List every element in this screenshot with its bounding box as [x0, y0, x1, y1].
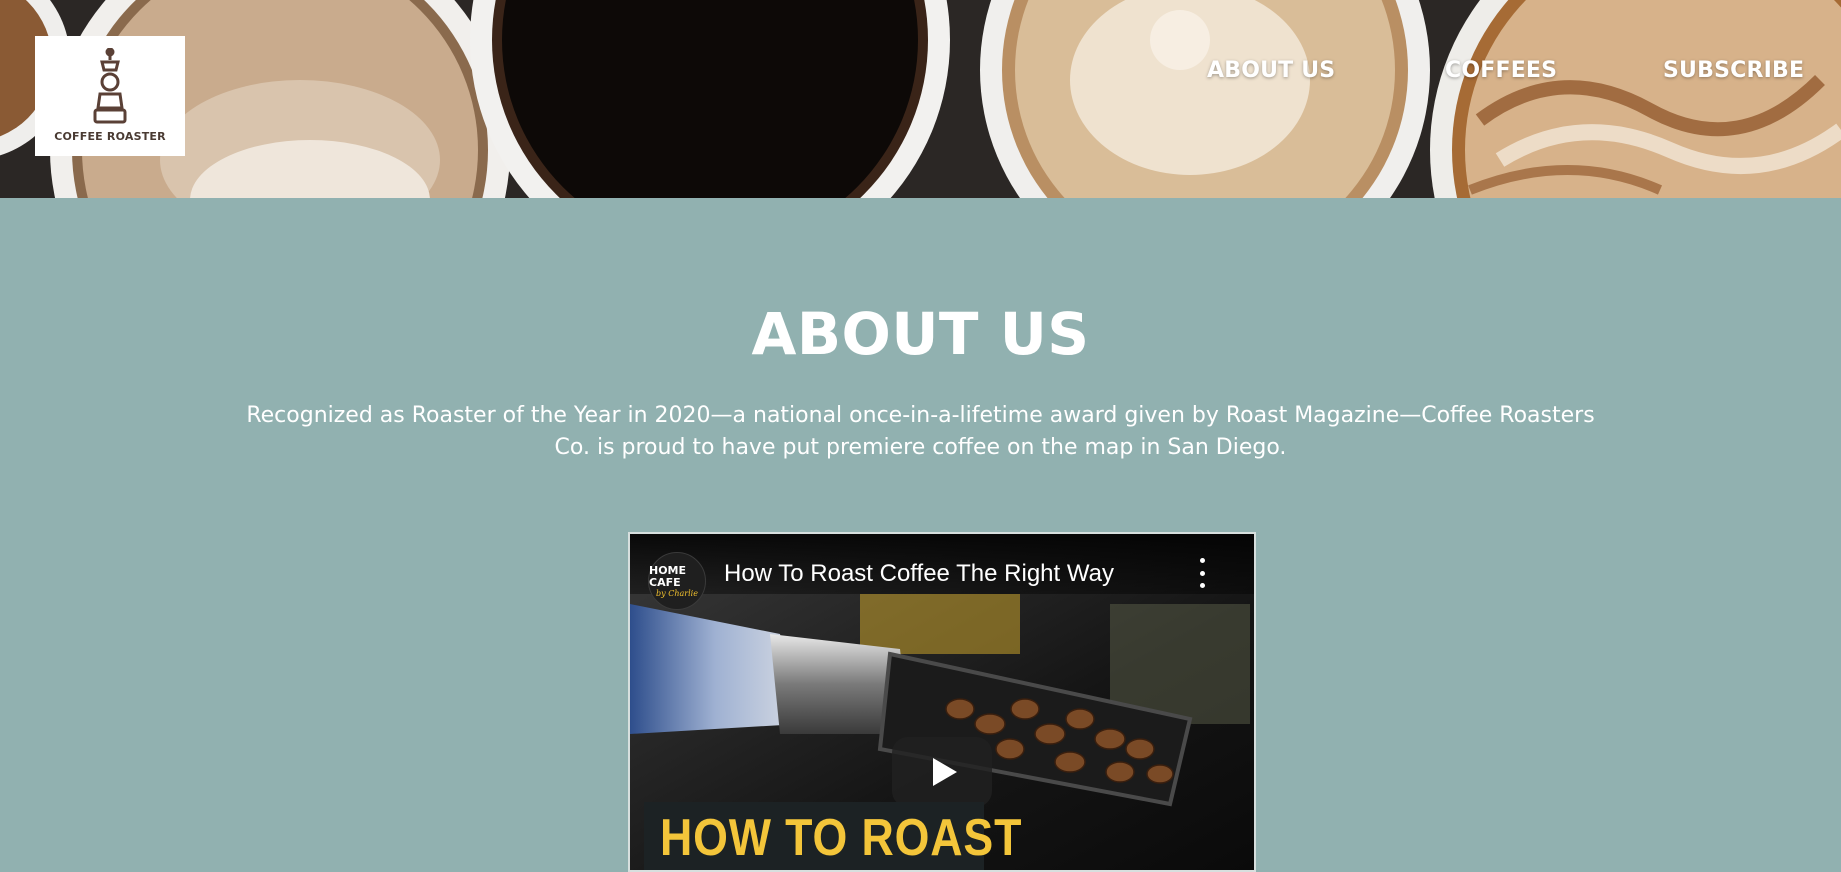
nav-subscribe[interactable]: SUBSCRIBE [1663, 58, 1804, 83]
channel-avatar[interactable]: HOME CAFE by Charlie [648, 552, 706, 610]
nav-coffees[interactable]: COFFEES [1445, 58, 1557, 83]
about-description: Recognized as Roaster of the Year in 202… [246, 403, 1595, 460]
logo-text: COFFEE ROASTER [54, 130, 166, 143]
video-player[interactable]: HOME CAFE by Charlie How To Roast Coffee… [628, 532, 1256, 872]
more-vert-icon[interactable] [1192, 558, 1212, 588]
coffee-cups-hero-image [0, 0, 1841, 198]
channel-name: HOME CAFE [649, 563, 687, 589]
channel-tagline: by Charlie [656, 588, 698, 598]
thumbnail-text: HOW TO ROAST [660, 809, 1023, 867]
play-icon [933, 758, 957, 786]
main-nav: ABOUT US COFFEES SUBSCRIBE [0, 58, 1841, 92]
logo[interactable]: COFFEE ROASTER [35, 36, 185, 156]
site-header: COFFEE ROASTER ABOUT US COFFEES SUBSCRIB… [0, 0, 1841, 198]
play-button[interactable] [892, 737, 992, 807]
about-title: ABOUT US [751, 300, 1090, 368]
nav-about-us[interactable]: ABOUT US [1207, 58, 1335, 83]
video-title[interactable]: How To Roast Coffee The Right Way [724, 560, 1114, 588]
